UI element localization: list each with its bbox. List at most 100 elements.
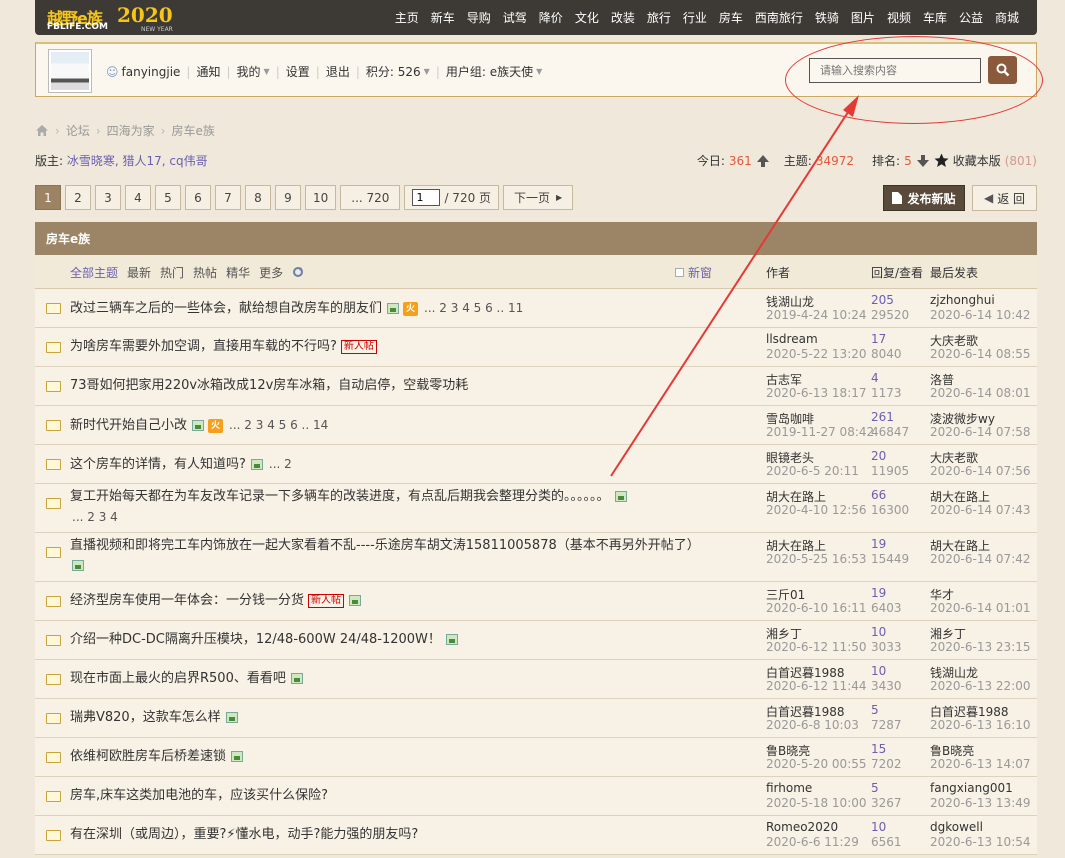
table-row[interactable]: 这个房车的详情，有人知道吗?... 2 眼镜老头 2020-6-5 20:11 20 1… — [35, 445, 1037, 484]
next-page-button[interactable]: 下一页 ▶ — [503, 185, 574, 210]
filter-latest[interactable]: 最新 — [127, 264, 151, 281]
last-poster[interactable]: zjzhonghui — [930, 293, 995, 307]
thread-title[interactable]: 有在深圳（或周边），重要?⚡懂水电，动手?能力强的朋友吗? — [70, 825, 710, 845]
star-icon[interactable] — [934, 153, 949, 168]
filter-more[interactable]: 更多 — [259, 264, 283, 281]
last-post-date[interactable]: 2020-6-14 10:42 — [930, 308, 1031, 322]
table-row[interactable]: 房车,床车这类加电池的车，应该买什么保险? firhome 2020-5-18 10… — [35, 777, 1037, 816]
thread-title-text[interactable]: 复工开始每天都在为车友改车记录一下多辆车的改装进度，有点乱后期我会整理分类的。。… — [70, 489, 610, 504]
thread-title-text[interactable]: 直播视频和即将完工车内饰放在一起大家看着不乱----乐途房车胡文涛1581100… — [70, 538, 700, 553]
thread-title-text[interactable]: 这个房车的详情，有人知道吗? — [70, 457, 246, 472]
new-window-checkbox[interactable] — [675, 267, 684, 277]
reply-count[interactable]: 66 — [871, 488, 886, 502]
page-button[interactable]: 1 — [35, 185, 61, 210]
page-button[interactable]: 5 — [155, 185, 181, 210]
thread-title[interactable]: 经济型房车使用一年体会：一分钱一分货 新人帖 — [70, 591, 710, 611]
last-post-date[interactable]: 2020-6-14 01:01 — [930, 601, 1031, 615]
thread-author[interactable]: llsdream — [766, 332, 818, 346]
nav-item[interactable]: 西南旅行 — [755, 9, 803, 26]
nav-item[interactable]: 导购 — [467, 9, 491, 26]
page-button[interactable]: 8 — [245, 185, 271, 210]
page-button[interactable]: 9 — [275, 185, 301, 210]
thread-title[interactable]: 复工开始每天都在为车友改车记录一下多辆车的改装进度，有点乱后期我会整理分类的。。… — [70, 487, 710, 528]
nav-item[interactable]: 文化 — [575, 9, 599, 26]
filter-popular[interactable]: 热门 — [160, 264, 184, 281]
notice-link[interactable]: 通知 — [196, 63, 220, 80]
thread-pages[interactable]: ... 2 — [269, 457, 292, 471]
table-row[interactable]: 直播视频和即将完工车内饰放在一起大家看着不乱----乐途房车胡文涛1581100… — [35, 533, 1037, 582]
thread-title[interactable]: 介绍一种DC-DC隔离升压模块，12/48-600W 24/48-1200W！ — [70, 630, 710, 650]
page-button[interactable]: 4 — [125, 185, 151, 210]
last-post-date[interactable]: 2020-6-14 07:43 — [930, 503, 1031, 517]
last-post-date[interactable]: 2020-6-13 13:49 — [930, 796, 1031, 810]
reply-count[interactable]: 20 — [871, 449, 886, 463]
moderators-names[interactable]: 冰雪晓寒, 猎人17, cq伟哥 — [67, 154, 208, 168]
table-row[interactable]: 73哥如何把家用220v冰箱改成12v房车冰箱，自动启停，空载零功耗 古志军 202… — [35, 367, 1037, 406]
new-post-button[interactable]: 发布新贴 — [883, 185, 965, 211]
thread-title[interactable]: 房车,床车这类加电池的车，应该买什么保险? — [70, 786, 710, 806]
nav-item[interactable]: 房车 — [719, 9, 743, 26]
thread-title[interactable]: 73哥如何把家用220v冰箱改成12v房车冰箱，自动启停，空载零功耗 — [70, 376, 710, 396]
thread-title-text[interactable]: 经济型房车使用一年体会：一分钱一分货 — [70, 593, 304, 608]
page-button[interactable]: 3 — [95, 185, 121, 210]
thread-author[interactable]: Romeo2020 — [766, 820, 838, 834]
thread-title[interactable]: 为啥房车需要外加空调，直接用车载的不行吗? 新人帖 — [70, 337, 710, 357]
last-post-date[interactable]: 2020-6-14 07:56 — [930, 464, 1031, 478]
thread-title[interactable]: 改过三辆车之后的一些体会，献给想自改房车的朋友们 火 ... 2 3 4 5 6 .… — [70, 298, 710, 319]
page-button[interactable]: 10 — [305, 185, 337, 210]
breadcrumb-category[interactable]: 四海为家 — [107, 122, 155, 139]
table-row[interactable]: 为啥房车需要外加空调，直接用车载的不行吗? 新人帖 llsdream 2020-5-2… — [35, 328, 1037, 367]
username-link[interactable]: fanyingjie — [122, 65, 181, 79]
table-row[interactable]: 新时代开始自己小改火... 2 3 4 5 6 .. 14 雪岛咖啡 2019-11… — [35, 406, 1037, 445]
reply-count[interactable]: 261 — [871, 410, 894, 424]
reply-count[interactable]: 10 — [871, 820, 886, 834]
last-poster[interactable]: dgkowell — [930, 820, 983, 834]
thread-pages[interactable]: ... 2 3 4 5 6 .. 11 — [424, 301, 523, 315]
thread-title-text[interactable]: 73哥如何把家用220v冰箱改成12v房车冰箱，自动启停，空载零功耗 — [70, 378, 468, 393]
nav-item[interactable]: 改装 — [611, 9, 635, 26]
nav-item[interactable]: 商城 — [995, 9, 1019, 26]
thread-title-text[interactable]: 新时代开始自己小改 — [70, 418, 187, 433]
thread-title-text[interactable]: 房车,床车这类加电池的车，应该买什么保险? — [70, 788, 328, 803]
thread-title-text[interactable]: 现在市面上最火的启界R500、看看吧 — [70, 671, 286, 686]
last-poster[interactable]: fangxiang001 — [930, 781, 1013, 795]
table-row[interactable]: 改过三辆车之后的一些体会，献给想自改房车的朋友们 火 ... 2 3 4 5 6 .… — [35, 289, 1037, 328]
reply-count[interactable]: 17 — [871, 332, 886, 346]
nav-item[interactable]: 旅行 — [647, 9, 671, 26]
thread-title[interactable]: 这个房车的详情，有人知道吗? ... 2 — [70, 454, 710, 475]
table-row[interactable]: 复工开始每天都在为车友改车记录一下多辆车的改装进度，有点乱后期我会整理分类的。。… — [35, 484, 1037, 533]
reply-count[interactable]: 15 — [871, 742, 886, 756]
thread-title-text[interactable]: 有在深圳（或周边），重要?⚡懂水电，动手?能力强的朋友吗? — [70, 827, 418, 842]
reply-count[interactable]: 19 — [871, 586, 886, 600]
mine-menu[interactable]: 我的 — [237, 63, 261, 80]
thread-title-text[interactable]: 为啥房车需要外加空调，直接用车载的不行吗? — [70, 339, 337, 354]
home-icon[interactable] — [35, 124, 49, 137]
logout-link[interactable]: 退出 — [326, 63, 350, 80]
filter-digest[interactable]: 精华 — [226, 264, 250, 281]
thread-title-text[interactable]: 依维柯欧胜房车后桥差速锁 — [70, 749, 226, 764]
last-post-date[interactable]: 2020-6-13 16:10 — [930, 718, 1031, 732]
thread-title[interactable]: 依维柯欧胜房车后桥差速锁 — [70, 747, 710, 767]
nav-item[interactable]: 公益 — [959, 9, 983, 26]
thread-pages[interactable]: ... 2 3 4 — [72, 510, 118, 524]
reply-count[interactable]: 4 — [871, 371, 879, 385]
filter-all[interactable]: 全部主题 — [70, 264, 118, 281]
table-row[interactable]: 介绍一种DC-DC隔离升压模块，12/48-600W 24/48-1200W！湘… — [35, 621, 1037, 660]
page-button[interactable]: 7 — [215, 185, 241, 210]
last-post-date[interactable]: 2020-6-14 08:55 — [930, 347, 1031, 361]
last-post-date[interactable]: 2020-6-14 07:58 — [930, 425, 1031, 439]
nav-item[interactable]: 试驾 — [503, 9, 527, 26]
thread-title[interactable]: 直播视频和即将完工车内饰放在一起大家看着不乱----乐途房车胡文涛1581100… — [70, 536, 710, 576]
reply-count[interactable]: 5 — [871, 703, 879, 717]
thread-title[interactable]: 瑞弗V820，这款车怎么样 — [70, 708, 710, 728]
breadcrumb-board[interactable]: 房车e族 — [171, 122, 214, 139]
reply-count[interactable]: 10 — [871, 664, 886, 678]
settings-link[interactable]: 设置 — [286, 63, 310, 80]
table-row[interactable]: 经济型房车使用一年体会：一分钱一分货 新人帖 三斤01 2020-6-10 16:11… — [35, 582, 1037, 621]
avatar[interactable] — [48, 49, 92, 93]
table-row[interactable]: 瑞弗V820，这款车怎么样 白首迟暮1988 2020-6-8 10:03 5 7287… — [35, 699, 1037, 738]
nav-item[interactable]: 车库 — [923, 9, 947, 26]
nav-item[interactable]: 行业 — [683, 9, 707, 26]
nav-item[interactable]: 视频 — [887, 9, 911, 26]
page-button[interactable]: 6 — [185, 185, 211, 210]
